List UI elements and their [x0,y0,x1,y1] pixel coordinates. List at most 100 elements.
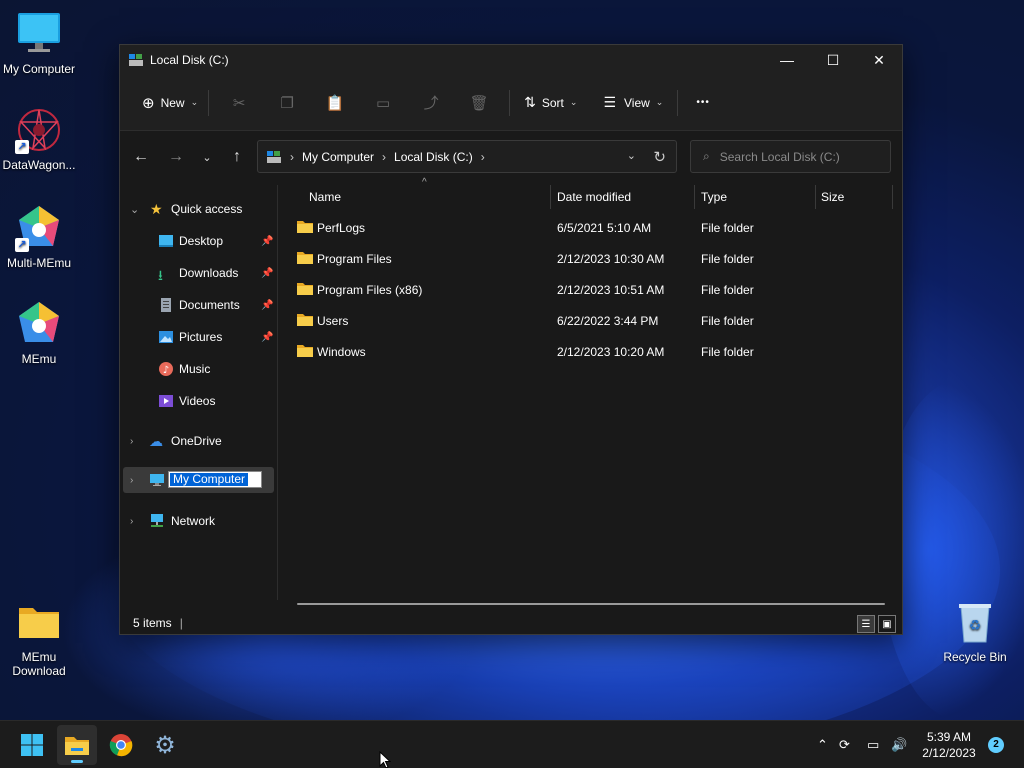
table-row[interactable]: Users 6/22/2022 3:44 PM File folder [294,309,884,333]
minimize-button[interactable]: — [764,45,810,75]
more-options-button[interactable]: ••• [692,87,714,119]
sidebar-item-pictures[interactable]: Pictures 📌 [120,322,278,352]
row-type: File folder [701,314,754,328]
details-view-button[interactable]: ☰ [857,615,875,633]
search-input[interactable] [719,149,880,164]
mouse-cursor-icon [379,751,391,768]
view-button[interactable]: ☰ View ⌄ [599,87,667,119]
title-bar[interactable]: Local Disk (C:) — ☐ ✕ [120,45,902,75]
sidebar-item-music[interactable]: ♪ Music [120,354,278,384]
tiles-view-button[interactable]: ▣ [878,615,896,633]
sidebar-item-videos[interactable]: Videos [120,386,278,416]
clock[interactable]: 5:39 AM 2/12/2023 [916,729,982,761]
network-status-icon[interactable]: ▭ [867,721,879,768]
arrow-up-icon: ↑ [233,148,241,165]
volume-icon[interactable]: 🔊 [891,721,907,768]
folder-icon [65,737,89,755]
sort-label: Sort [541,95,564,110]
folder-icon [297,283,313,295]
sort-button[interactable]: ⇅ Sort ⌄ [520,87,581,119]
table-row[interactable]: Program Files 2/12/2023 10:30 AM File fo… [294,247,884,271]
address-bar[interactable]: › My Computer › Local Disk (C:) › ⌄ ↻ [257,140,677,173]
start-button[interactable] [12,725,52,765]
desktop-icon-label: MEmu [21,352,57,366]
desktop-icon-label: MEmu Download [12,650,66,678]
search-box[interactable]: ⌕ [690,140,891,173]
rename-button[interactable]: ▭ [359,87,407,119]
share-button[interactable]: ⤴ [407,87,455,119]
new-button[interactable]: ⊕ New ⌄ [138,87,202,119]
taskbar-file-explorer[interactable] [57,725,97,765]
document-icon [161,298,171,312]
file-explorer-window[interactable]: Local Disk (C:) — ☐ ✕ ⊕ New ⌄ ✂ ❐ 📋 ▭ ⤴ … [119,44,903,635]
sidebar-item-my-computer[interactable]: › My Computer [123,467,274,493]
column-divider[interactable] [694,185,695,209]
status-bar: 5 items | ☰ ▣ [120,611,902,635]
chevron-right-icon: › [130,515,134,527]
rename-selected-text: My Computer [170,473,249,486]
row-name: PerfLogs [317,221,366,235]
sidebar-item-onedrive[interactable]: › ☁ OneDrive [120,426,278,456]
up-button[interactable]: ↑ [222,142,252,172]
arrow-right-icon: → [168,148,184,165]
paste-button[interactable]: 📋 [311,87,359,119]
row-type: File folder [701,252,754,266]
desktop-icon-memu-download[interactable]: MEmu Download [0,598,79,678]
chevron-up-icon: ⌃ [817,737,828,752]
arrow-left-icon: ← [133,148,149,165]
desktop-icon-recycle-bin[interactable]: ♻ Recycle Bin [935,598,1015,664]
column-header-size[interactable]: Size [821,185,844,209]
sidebar-item-label: Quick access [171,202,243,216]
video-icon [159,395,173,407]
copy-icon: ❐ [280,94,294,112]
desktop-icon-my-computer[interactable]: My Computer [0,10,79,76]
cut-button[interactable]: ✂ [215,87,263,119]
show-hidden-icons-button[interactable]: ⌃ [817,721,828,768]
column-header-date[interactable]: Date modified [557,185,631,209]
pin-icon: 📌 [261,267,274,279]
tiles-view-icon: ▣ [882,618,892,630]
table-row[interactable]: Windows 2/12/2023 10:20 AM File folder [294,340,884,364]
column-divider[interactable] [892,185,893,209]
column-divider[interactable] [815,185,816,209]
column-divider[interactable] [550,185,551,209]
sidebar-item-label: Network [171,514,216,528]
svg-text:♪: ♪ [163,365,169,376]
sync-status-icon[interactable]: ⟳ [839,721,850,768]
column-header-name[interactable]: Name [309,185,341,209]
column-header-type[interactable]: Type [701,185,727,209]
taskbar-chrome[interactable] [101,725,141,765]
back-button[interactable]: ← [126,142,156,172]
taskbar-settings[interactable]: ⚙ [145,725,185,765]
sidebar-item-network[interactable]: › Network [120,506,278,536]
breadcrumb-my-computer[interactable]: My Computer [302,150,374,164]
maximize-button[interactable]: ☐ [810,45,856,75]
horizontal-scrollbar[interactable] [297,603,885,605]
rename-input[interactable]: My Computer [168,471,262,488]
speaker-icon: 🔊 [891,737,908,752]
drive-icon [129,54,143,66]
notification-badge[interactable]: 2 [988,737,1004,753]
row-date: 6/22/2022 3:44 PM [557,314,659,328]
table-row[interactable]: PerfLogs 6/5/2021 5:10 AM File folder [294,216,884,240]
command-bar: ⊕ New ⌄ ✂ ❐ 📋 ▭ ⤴ 🗑 ⇅ Sort ⌄ ☰ View ⌄ ••… [120,75,902,131]
sidebar-item-desktop[interactable]: Desktop 📌 [120,226,278,256]
recent-locations-button[interactable]: ⌄ [192,142,222,172]
sidebar-item-quick-access[interactable]: ⌄ ★ Quick access [120,194,278,224]
desktop-icon-memu[interactable]: MEmu [0,300,79,366]
table-row[interactable]: Program Files (x86) 2/12/2023 10:51 AM F… [294,278,884,302]
desktop-icon-multi-memu[interactable]: ↗ Multi-MEmu [0,204,79,270]
desktop-icon-datawagon[interactable]: ↗ DataWagon... [0,106,79,172]
clock-date: 2/12/2023 [922,746,976,760]
close-button[interactable]: ✕ [856,45,902,75]
forward-button[interactable]: → [161,142,191,172]
address-dropdown-icon[interactable]: ⌄ [627,149,636,162]
refresh-icon[interactable]: ↻ [653,148,666,166]
breadcrumb-local-disk[interactable]: Local Disk (C:) [394,150,473,164]
copy-button[interactable]: ❐ [263,87,311,119]
delete-button[interactable]: 🗑 [455,87,503,119]
sidebar-item-downloads[interactable]: ⭳ Downloads 📌 [120,258,278,288]
star-icon: ★ [150,201,163,217]
share-icon: ⤴ [423,95,439,112]
sidebar-item-documents[interactable]: Documents 📌 [120,290,278,320]
